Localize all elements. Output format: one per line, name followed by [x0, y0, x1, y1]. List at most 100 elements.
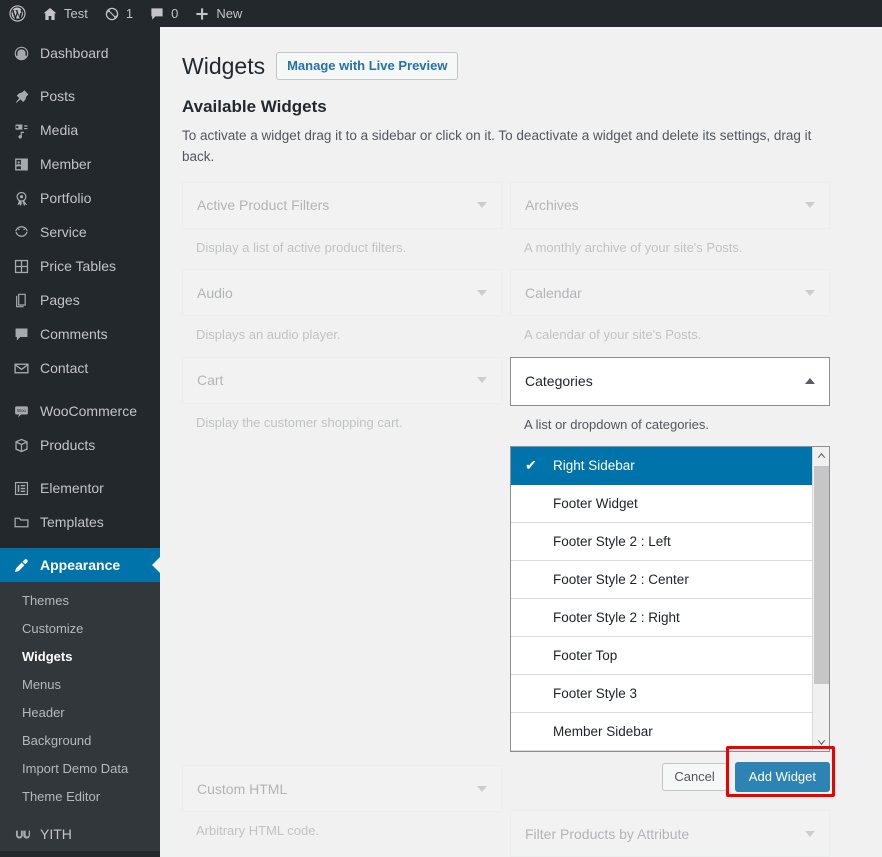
sidebar-item-media[interactable]: Media [0, 113, 160, 147]
sidebar-item-price-tables[interactable]: Price Tables [0, 249, 160, 283]
sidebar-item-templates[interactable]: Templates [0, 505, 160, 539]
sidebar-item-elementor[interactable]: Elementor [0, 471, 160, 505]
submenu-item-menus[interactable]: Menus [0, 671, 160, 699]
widget-custom-html[interactable]: Custom HTML Arbitrary HTML code. [182, 765, 502, 853]
submenu-item-widgets[interactable]: Widgets [0, 643, 160, 671]
chevron-down-icon[interactable] [805, 831, 815, 837]
sidebar-item-appearance[interactable]: Appearance [0, 548, 160, 582]
sidebar-item-yith[interactable]: YITH [0, 817, 160, 851]
submenu-item-background[interactable]: Background [0, 727, 160, 755]
sidebar-option-member-sidebar[interactable]: Member Sidebar [511, 713, 812, 751]
sidebar-item-pages[interactable]: Pages [0, 283, 160, 317]
widget-calendar[interactable]: Calendar A calendar of your site's Posts… [510, 269, 830, 357]
widget-header[interactable]: Calendar [510, 269, 830, 316]
widget-cart[interactable]: Cart Display the customer shopping cart. [182, 357, 502, 445]
left-column-spacer [182, 444, 502, 765]
sidebar-item-label: Appearance [40, 557, 120, 573]
sidebar-item-label: Posts [40, 88, 75, 104]
folder-icon [11, 512, 31, 532]
sidebar-item-member[interactable]: Member [0, 147, 160, 181]
submenu-item-import-demo-data[interactable]: Import Demo Data [0, 755, 160, 783]
widget-header[interactable]: Custom HTML [182, 765, 502, 812]
submenu-item-customize[interactable]: Customize [0, 615, 160, 643]
submenu-item-header[interactable]: Header [0, 699, 160, 727]
chevron-down-icon[interactable] [805, 290, 815, 296]
widget-columns: Active Product Filters Display a list of… [182, 182, 860, 857]
sidebar-option-footer-style-2-center[interactable]: Footer Style 2 : Center [511, 561, 812, 599]
sidebar-option-right-sidebar[interactable]: ✔ Right Sidebar [511, 447, 812, 485]
sidebar-item-posts[interactable]: Posts [0, 79, 160, 113]
scroll-up-arrow-icon[interactable] [813, 447, 830, 464]
widget-header[interactable]: Archives [510, 182, 830, 229]
scrollbar-track[interactable] [813, 464, 830, 734]
submenu-item-themes[interactable]: Themes [0, 587, 160, 615]
sidebar-option-footer-style-3[interactable]: Footer Style 3 [511, 675, 812, 713]
widget-archives[interactable]: Archives A monthly archive of your site'… [510, 182, 830, 270]
add-widget-button[interactable]: Add Widget [735, 762, 830, 792]
yith-icon [11, 824, 31, 844]
new-content-button[interactable]: New [186, 0, 250, 27]
comment-bubble-icon [149, 6, 165, 22]
widget-description: A calendar of your site's Posts. [510, 316, 830, 357]
sidebar-list-scrollbar[interactable] [812, 447, 829, 751]
widget-audio[interactable]: Audio Displays an audio player. [182, 269, 502, 357]
widget-title: Categories [525, 373, 805, 389]
scroll-down-arrow-icon[interactable] [813, 734, 830, 751]
cancel-button[interactable]: Cancel [662, 763, 726, 791]
sidebar-item-label: YITH [40, 826, 72, 842]
right-column-spacer [510, 792, 830, 810]
paintbrush-icon [11, 555, 31, 575]
comment-bubble-icon [11, 324, 31, 344]
sidebar-option-footer-style-2-right[interactable]: Footer Style 2 : Right [511, 599, 812, 637]
sidebar-option-footer-top[interactable]: Footer Top [511, 637, 812, 675]
sidebar-item-label: Service [40, 224, 87, 240]
smiley-icon [11, 222, 31, 242]
menu-separator-1 [0, 70, 160, 79]
sidebar-option-label: Footer Style 2 : Left [549, 534, 671, 549]
page-header: Widgets Manage with Live Preview [182, 43, 860, 85]
check-icon: ✔ [525, 457, 549, 474]
chevron-down-icon[interactable] [477, 786, 487, 792]
comments-button[interactable]: 0 [141, 0, 186, 27]
manage-with-live-preview-button[interactable]: Manage with Live Preview [276, 52, 458, 80]
chevron-down-icon[interactable] [477, 202, 487, 208]
sidebar-item-portfolio[interactable]: Portfolio [0, 181, 160, 215]
widget-header[interactable]: Categories [510, 357, 830, 406]
widget-categories[interactable]: Categories A list or dropdown of categor… [510, 357, 830, 793]
chevron-down-icon[interactable] [805, 202, 815, 208]
widget-header[interactable]: Filter Products by Attribute [510, 810, 830, 857]
home-icon [42, 6, 58, 22]
updates-button[interactable]: 1 [96, 0, 141, 27]
widget-header[interactable]: Active Product Filters [182, 182, 502, 229]
site-name-button[interactable]: Test [34, 0, 96, 27]
sidebar-item-service[interactable]: Service [0, 215, 160, 249]
widget-description: Display the customer shopping cart. [182, 404, 502, 445]
sidebar-item-products[interactable]: Products [0, 428, 160, 462]
sidebar-item-contact[interactable]: Contact [0, 351, 160, 385]
chevron-up-icon[interactable] [805, 378, 815, 384]
sidebar-item-comments[interactable]: Comments [0, 317, 160, 351]
widget-title: Calendar [525, 285, 805, 301]
sidebar-item-label: Pages [40, 292, 80, 308]
available-widgets-description: To activate a widget drag it to a sideba… [182, 126, 822, 168]
sidebar-item-label: Contact [40, 360, 88, 376]
wordpress-logo-button[interactable] [0, 0, 34, 27]
sidebar-item-dashboard[interactable]: Dashboard [0, 36, 160, 70]
widget-filter-products-by-attribute[interactable]: Filter Products by Attribute Display a l… [510, 810, 830, 857]
pin-icon [11, 86, 31, 106]
chevron-down-icon[interactable] [477, 377, 487, 383]
sidebar-option-footer-style-2-left[interactable]: Footer Style 2 : Left [511, 523, 812, 561]
sidebar-item-label: Portfolio [40, 190, 91, 206]
sidebar-option-footer-widget[interactable]: Footer Widget [511, 485, 812, 523]
chevron-down-icon[interactable] [477, 290, 487, 296]
submenu-item-theme-editor[interactable]: Theme Editor [0, 783, 160, 811]
widget-action-row: Cancel Add Widget [510, 752, 830, 792]
sidebar-select-list[interactable]: ✔ Right Sidebar Footer Widget Footer Sty… [510, 446, 830, 752]
widget-header[interactable]: Cart [182, 357, 502, 404]
widget-active-product-filters[interactable]: Active Product Filters Display a list of… [182, 182, 502, 270]
updates-icon [104, 6, 120, 22]
widget-title: Archives [525, 197, 805, 213]
sidebar-item-woocommerce[interactable]: Woo WooCommerce [0, 394, 160, 428]
widget-header[interactable]: Audio [182, 269, 502, 316]
scrollbar-thumb[interactable] [814, 466, 829, 684]
